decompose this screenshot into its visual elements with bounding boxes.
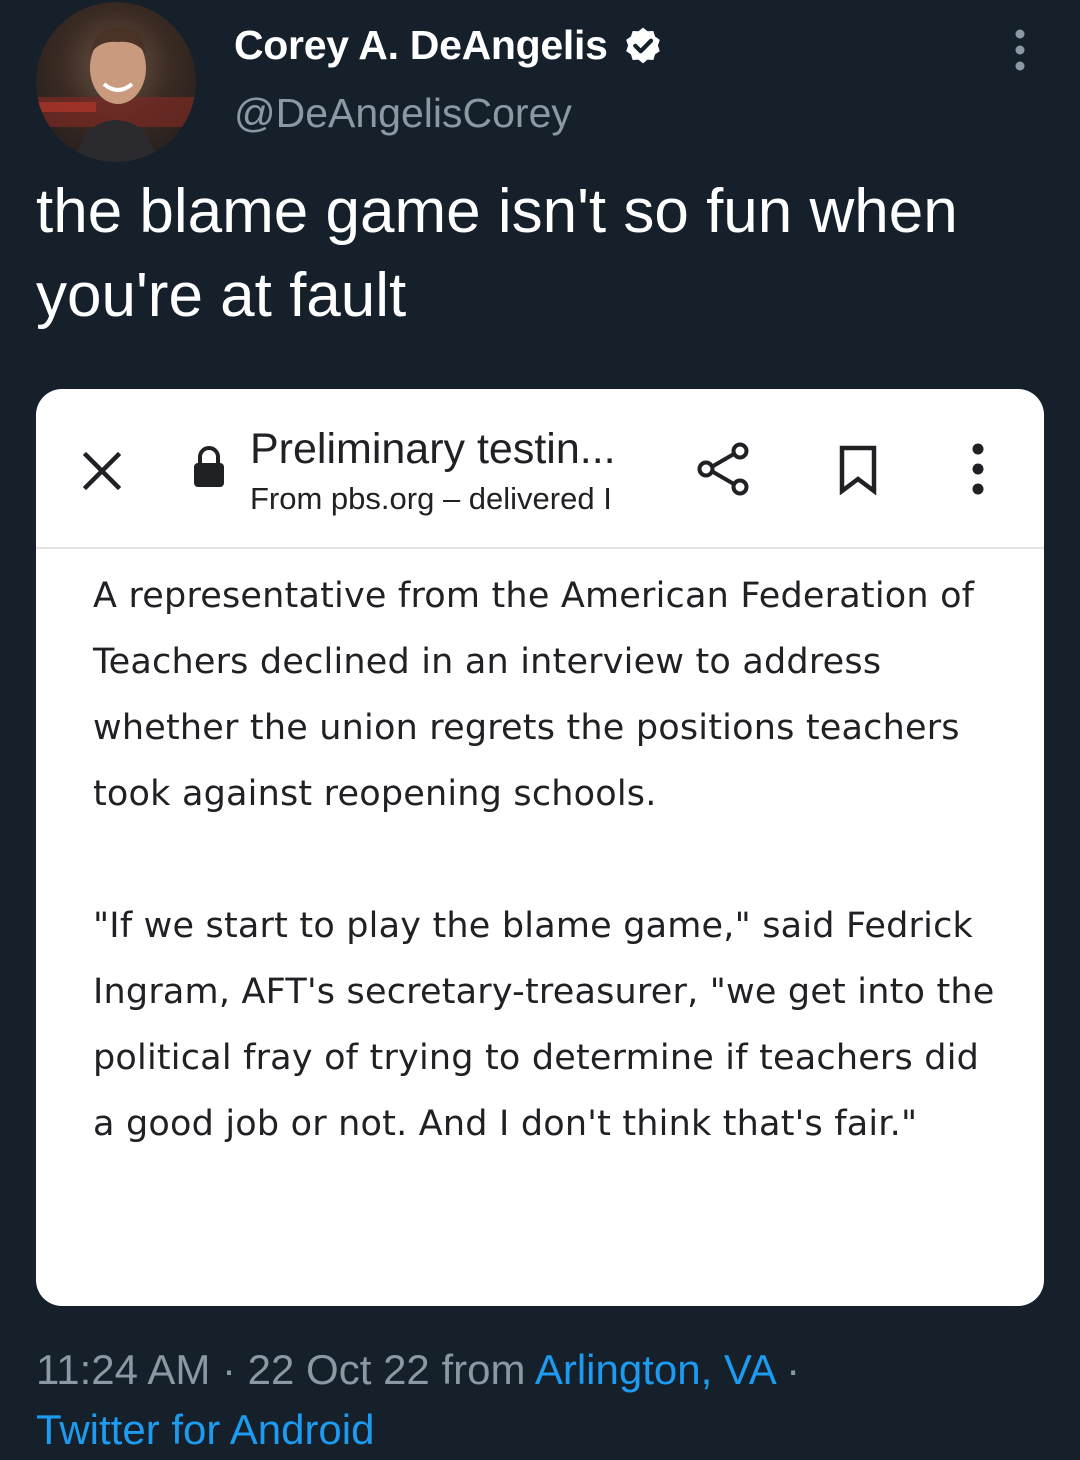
share-icon bbox=[697, 442, 749, 496]
attached-image[interactable]: Preliminary testin... From pbs.org – del… bbox=[36, 389, 1044, 1306]
author-display-name[interactable]: Corey A. DeAngelis bbox=[234, 22, 664, 69]
author-handle[interactable]: @DeAngelisCorey bbox=[234, 90, 572, 137]
meta-separator: · bbox=[774, 1346, 801, 1393]
source-link[interactable]: Twitter for Android bbox=[36, 1406, 374, 1453]
page-title: Preliminary testin... bbox=[250, 425, 616, 473]
article-paragraph: "If we start to play the blame game," sa… bbox=[93, 906, 995, 1144]
author-name-text: Corey A. DeAngelis bbox=[234, 22, 608, 68]
from-label: from bbox=[429, 1346, 535, 1393]
tweet-date[interactable]: 22 Oct 22 bbox=[248, 1346, 430, 1393]
article-excerpt: A representative from the American Feder… bbox=[93, 563, 1003, 1157]
avatar[interactable] bbox=[36, 2, 196, 162]
tweet-meta: 11:24 AM · 22 Oct 22 from Arlington, VA … bbox=[36, 1340, 1056, 1460]
verified-badge-icon bbox=[625, 27, 660, 63]
close-icon bbox=[82, 451, 122, 491]
more-vertical-icon bbox=[972, 443, 984, 495]
profile-photo bbox=[36, 27, 196, 162]
location-link[interactable]: Arlington, VA bbox=[535, 1346, 775, 1393]
more-options-icon[interactable] bbox=[1008, 28, 1032, 72]
page-source: From pbs.org – delivered I bbox=[250, 481, 612, 516]
browser-toolbar: Preliminary testin... From pbs.org – del… bbox=[36, 389, 1044, 549]
tweet-time[interactable]: 11:24 AM bbox=[36, 1346, 210, 1393]
meta-separator: · bbox=[210, 1346, 248, 1393]
tweet-text: the blame game isn't so fun when you're … bbox=[36, 177, 958, 330]
article-paragraph: A representative from the American Feder… bbox=[93, 576, 975, 814]
lock-icon bbox=[194, 446, 224, 487]
bookmark-icon bbox=[839, 445, 877, 495]
